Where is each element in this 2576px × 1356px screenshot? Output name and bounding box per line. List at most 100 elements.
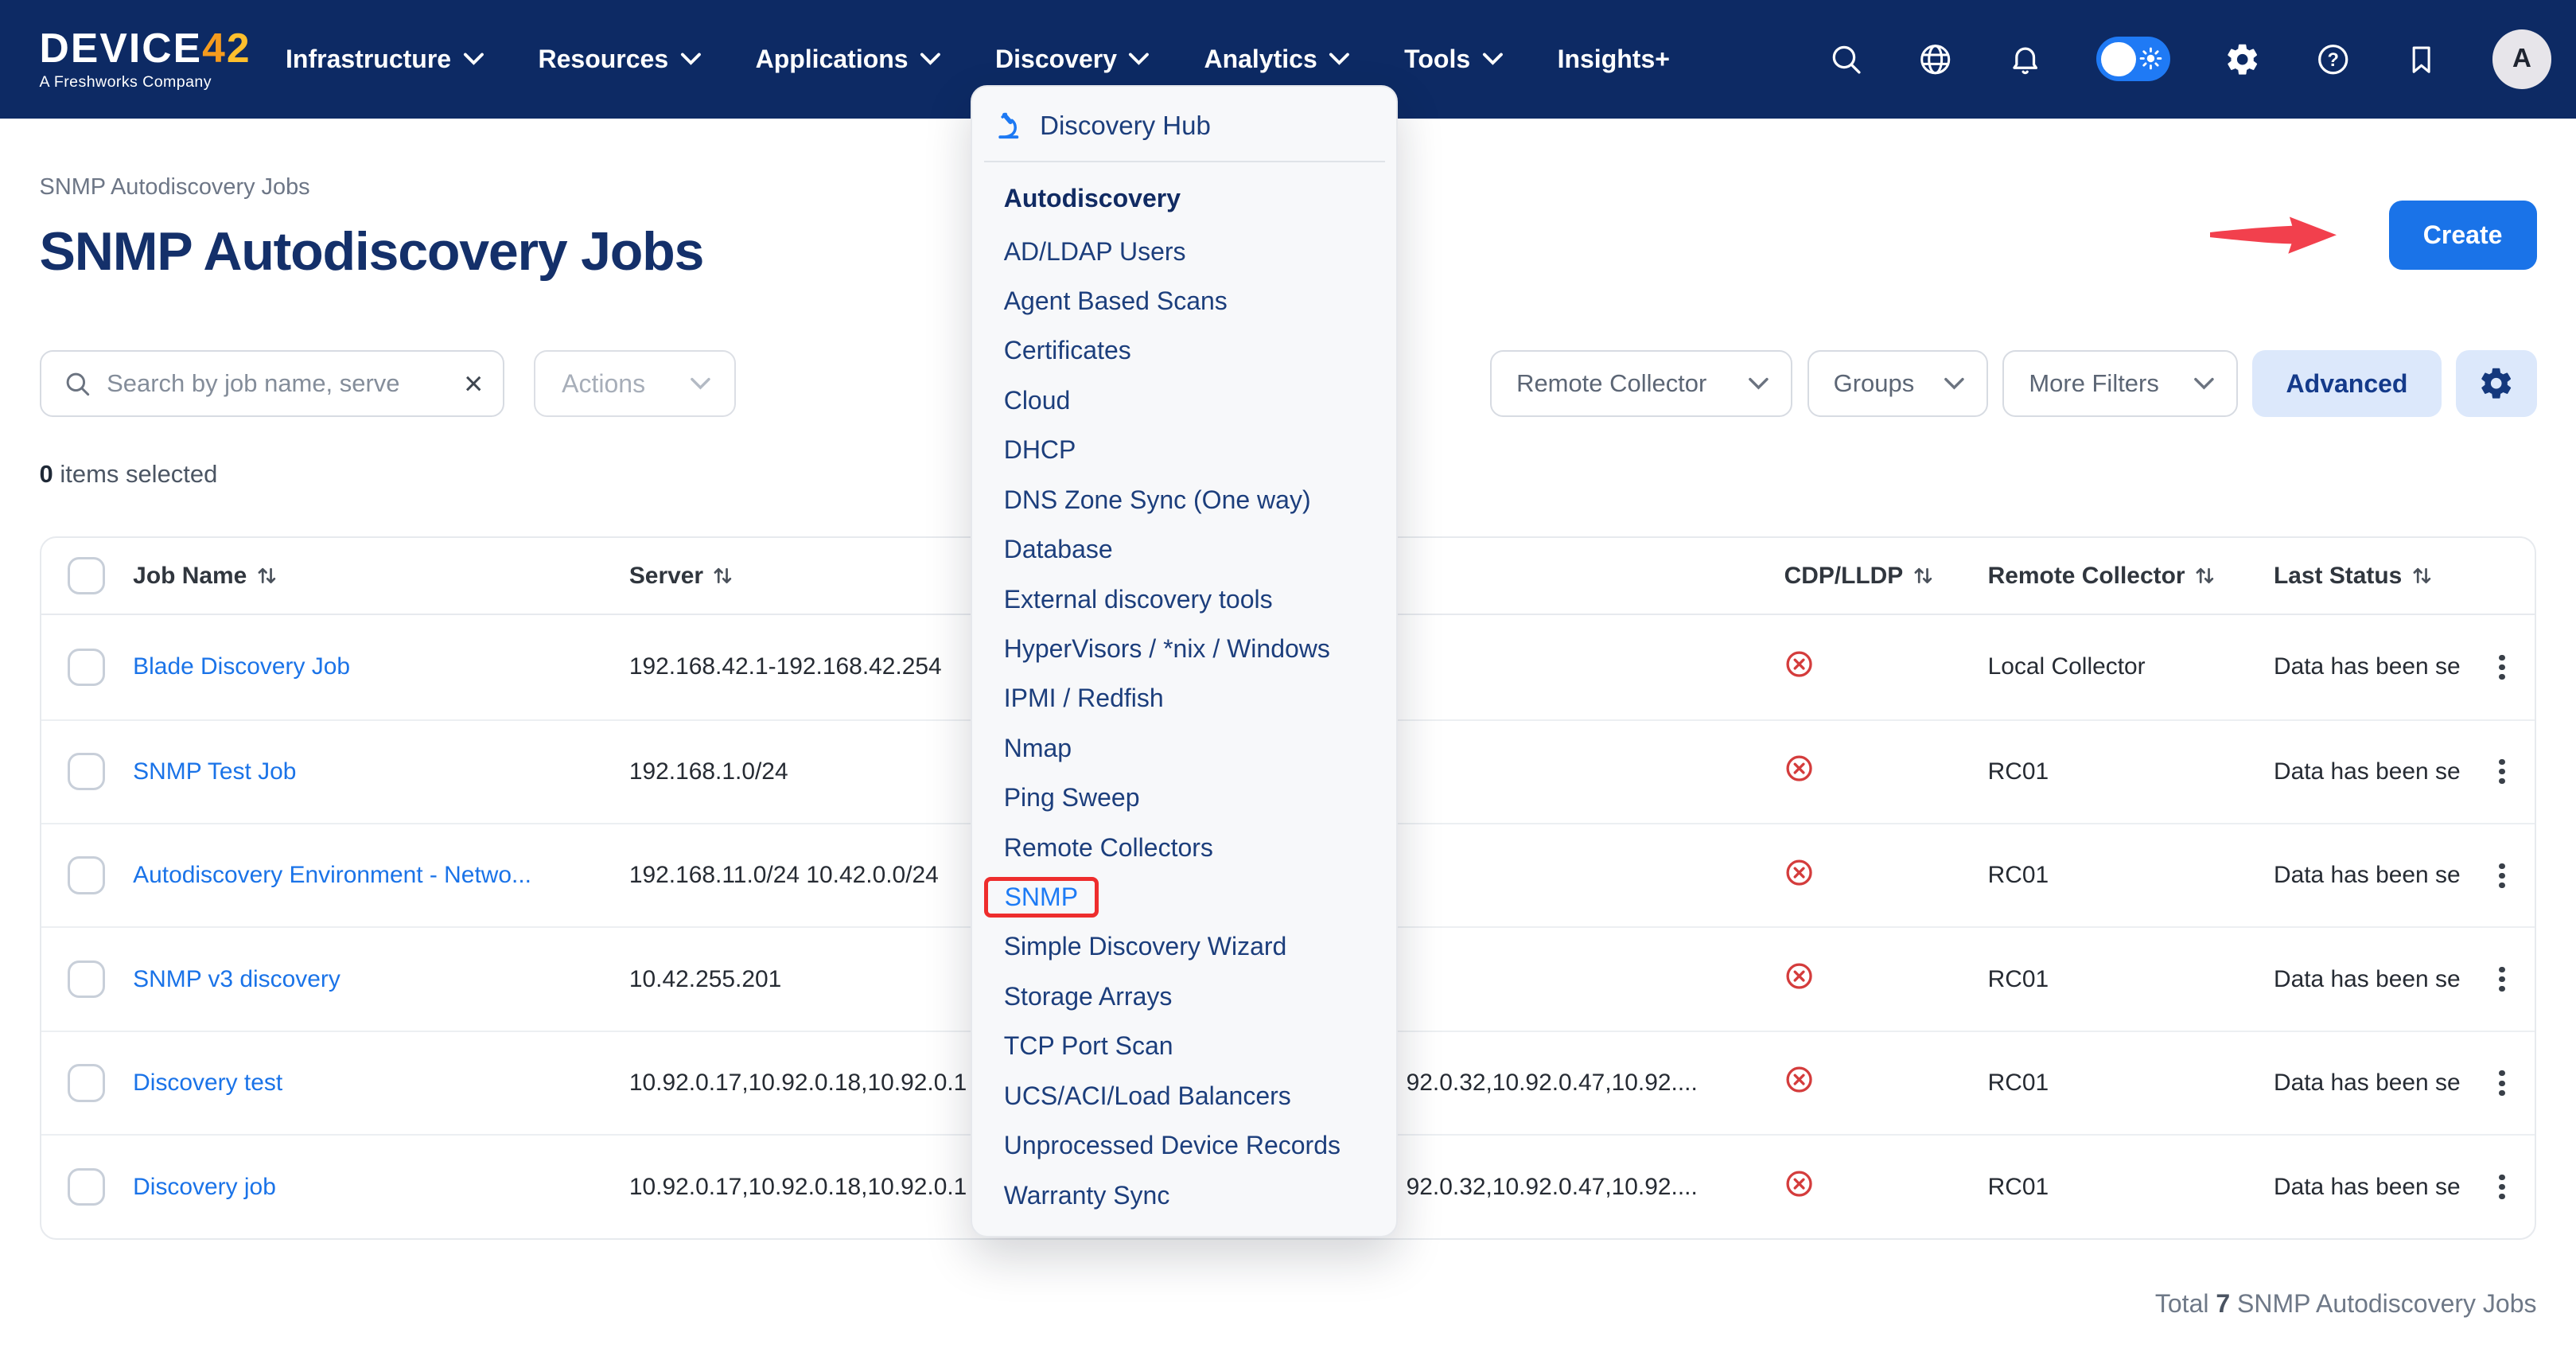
- row-actions-cell: [2485, 648, 2536, 686]
- filter-group: Remote Collector Groups More FiltersAdvanc…: [1490, 350, 2536, 418]
- menu-item-nmap[interactable]: Nmap: [972, 723, 1396, 773]
- row-checkbox[interactable]: [68, 856, 105, 894]
- job-name-link[interactable]: Discovery test: [133, 1070, 282, 1096]
- create-button[interactable]: Create: [2389, 201, 2537, 270]
- job-name-link[interactable]: SNMP v3 discovery: [133, 966, 340, 992]
- menu-item-discovery-hub[interactable]: Discovery Hub: [972, 100, 1396, 153]
- clear-search-icon[interactable]: ×: [457, 368, 483, 400]
- row-checkbox[interactable]: [68, 1064, 105, 1101]
- menu-item-agent-based-scans[interactable]: Agent Based Scans: [972, 276, 1396, 325]
- navbar-actions: ? A: [1829, 29, 2552, 88]
- menu-item-warranty-sync[interactable]: Warranty Sync: [972, 1171, 1396, 1220]
- row-checkbox[interactable]: [68, 1168, 105, 1206]
- bookmark-icon[interactable]: [2405, 41, 2438, 77]
- nav-item-applications[interactable]: Applications: [756, 45, 941, 74]
- filter-dropdown-remote-collector[interactable]: Remote Collector: [1490, 350, 1792, 418]
- advanced-filters-button[interactable]: Advanced: [2252, 350, 2441, 418]
- actions-label: Actions: [562, 369, 645, 399]
- menu-item-dhcp[interactable]: DHCP: [972, 426, 1396, 475]
- user-avatar[interactable]: A: [2492, 29, 2551, 88]
- filter-dropdown-groups[interactable]: Groups: [1807, 350, 1988, 418]
- row-actions-button[interactable]: [2485, 1064, 2518, 1102]
- menu-item-ad-ldap-users[interactable]: AD/LDAP Users: [972, 227, 1396, 276]
- actions-dropdown[interactable]: Actions: [534, 350, 736, 418]
- job-name-cell: Discovery test: [133, 1070, 629, 1097]
- job-name-link[interactable]: SNMP Test Job: [133, 758, 296, 785]
- menu-item-ucs-aci-load-balancers[interactable]: UCS/ACI/Load Balancers: [972, 1071, 1396, 1120]
- chevron-down-icon: [690, 376, 711, 392]
- row-actions-button[interactable]: [2485, 648, 2518, 686]
- nav-item-infrastructure[interactable]: Infrastructure: [286, 45, 484, 74]
- nav-item-discovery[interactable]: Discovery: [995, 45, 1150, 74]
- menu-item-label: Database: [1004, 535, 1113, 564]
- row-actions-button[interactable]: [2485, 856, 2518, 894]
- cdp-lldp-disabled-icon: [1784, 1065, 1814, 1094]
- nav-item-analytics[interactable]: Analytics: [1204, 45, 1350, 74]
- row-actions-cell: [2485, 856, 2536, 894]
- nav-item-insights[interactable]: Insights+: [1558, 45, 1670, 74]
- menu-item-ipmi-redfish[interactable]: IPMI / Redfish: [972, 674, 1396, 723]
- remote-collector-cell: Local Collector: [1967, 653, 2252, 680]
- column-header-remote-collector[interactable]: Remote Collector: [1967, 563, 2252, 590]
- menu-item-certificates[interactable]: Certificates: [972, 326, 1396, 376]
- table-settings-button[interactable]: [2456, 350, 2536, 418]
- row-checkbox[interactable]: [68, 649, 105, 686]
- row-actions-button[interactable]: [2485, 1168, 2518, 1206]
- menu-item-database[interactable]: Database: [972, 524, 1396, 574]
- globe-icon[interactable]: [1917, 41, 1953, 77]
- bell-icon[interactable]: [2008, 41, 2042, 77]
- row-actions-button[interactable]: [2485, 753, 2518, 791]
- filter-dropdown-more-filters[interactable]: More Filters: [2002, 350, 2237, 418]
- selected-count: 0: [40, 460, 53, 488]
- settings-icon[interactable]: [2224, 41, 2260, 77]
- filter-label: Groups: [1834, 369, 1915, 398]
- menu-item-remote-collectors[interactable]: Remote Collectors: [972, 823, 1396, 872]
- cdp-lldp-cell: [1763, 1169, 1967, 1205]
- server-value: 192.168.11.0/24 10.42.0.0/24: [629, 862, 939, 888]
- logo-wordmark: DEVICE42: [40, 27, 251, 70]
- chevron-down-icon: [1329, 52, 1350, 67]
- nav-item-resources[interactable]: Resources: [539, 45, 702, 74]
- sort-icon: [713, 565, 733, 586]
- row-actions-cell: [2485, 753, 2536, 791]
- menu-item-ping-sweep[interactable]: Ping Sweep: [972, 773, 1396, 823]
- total-prefix: Total: [2155, 1289, 2216, 1318]
- menu-item-label: Ping Sweep: [1004, 783, 1140, 812]
- row-actions-button[interactable]: [2485, 961, 2518, 999]
- column-label: Remote Collector: [1988, 563, 2185, 590]
- server-value: 10.92.0.17,10.92.0.18,10.92.0.1: [629, 1174, 967, 1200]
- select-all-checkbox[interactable]: [68, 557, 105, 594]
- menu-item-cloud[interactable]: Cloud: [972, 376, 1396, 425]
- column-header-job-name[interactable]: Job Name: [133, 563, 629, 590]
- last-status-cell: Data has been se: [2252, 1174, 2485, 1201]
- column-label: Job Name: [133, 563, 247, 590]
- job-name-link[interactable]: Blade Discovery Job: [133, 653, 350, 680]
- row-checkbox[interactable]: [68, 961, 105, 998]
- job-name-link[interactable]: Discovery job: [133, 1174, 276, 1200]
- menu-item-label-highlighted: SNMP: [984, 877, 1099, 918]
- menu-item-dns-zone-sync-one-way[interactable]: DNS Zone Sync (One way): [972, 475, 1396, 524]
- help-icon[interactable]: ?: [2315, 41, 2351, 77]
- column-header-cdp-lldp[interactable]: CDP/LLDP: [1763, 563, 1967, 590]
- nav-item-tools[interactable]: Tools: [1404, 45, 1503, 74]
- menu-item-storage-arrays[interactable]: Storage Arrays: [972, 972, 1396, 1021]
- device42-logo[interactable]: DEVICE42 A Freshworks Company: [40, 27, 251, 92]
- job-name-link[interactable]: Autodiscovery Environment - Netwo...: [133, 862, 531, 888]
- menu-item-snmp[interactable]: SNMP: [972, 872, 1396, 922]
- search-box: ×: [40, 350, 504, 418]
- menu-item-tcp-port-scan[interactable]: TCP Port Scan: [972, 1022, 1396, 1071]
- filter-label: Remote Collector: [1516, 369, 1706, 398]
- row-checkbox[interactable]: [68, 753, 105, 790]
- column-header-last-status[interactable]: Last Status: [2252, 563, 2485, 590]
- chevron-down-icon: [920, 52, 941, 67]
- menu-item-hypervisors-nix-windows[interactable]: HyperVisors / *nix / Windows: [972, 624, 1396, 673]
- menu-item-simple-discovery-wizard[interactable]: Simple Discovery Wizard: [972, 922, 1396, 972]
- theme-toggle[interactable]: [2096, 37, 2170, 81]
- menu-item-external-discovery-tools[interactable]: External discovery tools: [972, 575, 1396, 624]
- server-value-overflow: 92.0.32,10.92.0.47,10.92....: [1407, 1070, 1698, 1097]
- main-menu: Infrastructure Resources Applications Disco…: [286, 45, 1670, 74]
- menu-item-unprocessed-device-records[interactable]: Unprocessed Device Records: [972, 1120, 1396, 1170]
- search-icon[interactable]: [1829, 42, 1863, 76]
- search-input[interactable]: [107, 369, 457, 398]
- column-label: Server: [629, 563, 703, 590]
